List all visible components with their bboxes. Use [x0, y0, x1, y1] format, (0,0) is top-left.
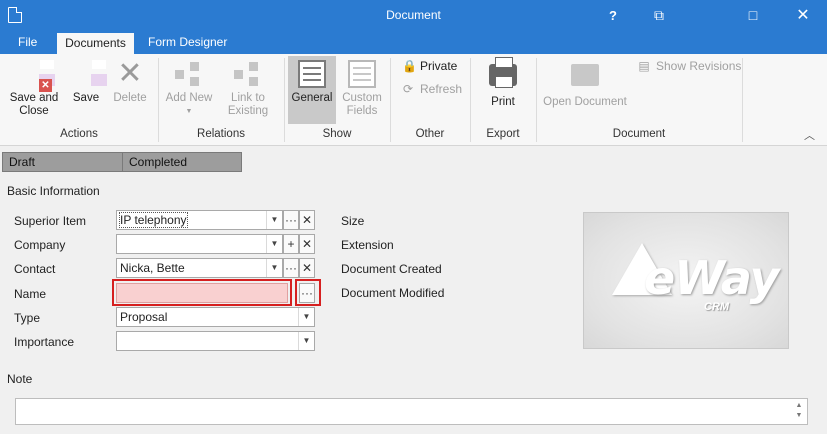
- note-label: Note: [7, 372, 33, 386]
- tab-form-designer[interactable]: Form Designer: [140, 31, 235, 54]
- contact-field[interactable]: Nicka, Bette ▼: [116, 258, 283, 278]
- chevron-down-icon[interactable]: ▼: [266, 259, 282, 277]
- ellipsis-highlight: [295, 279, 321, 306]
- type-field[interactable]: Proposal ▼: [116, 307, 315, 327]
- document-preview: eWay CRM: [583, 212, 789, 349]
- save-and-close-label: Save and Close: [9, 92, 59, 117]
- general-button[interactable]: General: [288, 56, 336, 124]
- add-company-button[interactable]: +: [283, 234, 299, 254]
- printer-icon: [489, 57, 517, 92]
- title-bar: Document ? ⧉ □ ✕: [0, 0, 827, 31]
- importance-label: Importance: [14, 335, 75, 349]
- link-to-existing-button[interactable]: Link to Existing: [218, 60, 278, 118]
- type-value: Proposal: [120, 310, 168, 324]
- superior-item-value: IP telephony: [119, 212, 188, 228]
- group-other: Other: [415, 128, 445, 140]
- logo-sub: CRM: [704, 301, 730, 313]
- contact-ellipsis-button[interactable]: ···: [283, 258, 299, 278]
- name-label: Name: [14, 287, 47, 301]
- restore-icon[interactable]: ⧉: [636, 0, 682, 31]
- ribbon-separator: [742, 58, 743, 142]
- chevron-down-icon[interactable]: ▼: [298, 332, 314, 350]
- superior-item-label: Superior Item: [14, 214, 87, 228]
- add-new-button[interactable]: Add New ▼: [163, 60, 215, 118]
- maximize-button[interactable]: □: [730, 0, 776, 31]
- open-document-label: Open Document: [543, 96, 627, 108]
- custom-fields-icon: [348, 60, 376, 88]
- save-and-close-button[interactable]: ✕ Save and Close: [6, 60, 62, 118]
- show-revisions-label: Show Revisions: [656, 59, 742, 73]
- open-document-button[interactable]: Open Document: [542, 60, 628, 109]
- type-label: Type: [14, 311, 41, 325]
- status-completed[interactable]: Completed: [122, 152, 242, 172]
- chevron-down-icon[interactable]: ▼: [266, 235, 282, 253]
- print-button[interactable]: Print: [482, 57, 524, 109]
- extension-label: Extension: [341, 238, 394, 252]
- save-icon: [72, 60, 100, 88]
- custom-fields-button[interactable]: Custom Fields: [340, 60, 384, 118]
- importance-field[interactable]: ▼: [116, 331, 315, 351]
- link-to-existing-label: Link to Existing: [227, 92, 269, 117]
- add-new-label: Add New: [165, 92, 213, 104]
- group-show: Show: [322, 128, 352, 140]
- revisions-icon: ▤: [638, 59, 650, 73]
- note-scrollbar[interactable]: ▲ ▼: [793, 401, 805, 423]
- logo-text: eWay: [644, 251, 779, 305]
- superior-item-field[interactable]: IP telephony ▼: [116, 210, 283, 230]
- folder-icon: [571, 64, 599, 92]
- general-icon: [298, 60, 326, 88]
- status-draft[interactable]: Draft: [2, 152, 123, 172]
- clear-company-button[interactable]: ✕: [299, 234, 315, 254]
- collapse-ribbon-icon[interactable]: ︿: [804, 127, 815, 143]
- close-button[interactable]: ✕: [780, 0, 826, 31]
- print-label: Print: [491, 96, 515, 108]
- help-button[interactable]: ?: [590, 0, 636, 31]
- ribbon-tabs: File Documents Form Designer: [0, 31, 827, 54]
- company-label: Company: [14, 238, 66, 252]
- clear-button[interactable]: ✕: [299, 210, 315, 230]
- delete-label: Delete: [113, 92, 147, 104]
- private-label: Private: [420, 59, 458, 73]
- refresh-icon: ⟳: [402, 82, 414, 96]
- tab-file[interactable]: File: [10, 31, 45, 54]
- group-export: Export: [486, 128, 520, 140]
- private-toggle[interactable]: 🔒 Private: [402, 59, 457, 73]
- save-button[interactable]: Save: [68, 60, 104, 105]
- refresh-button[interactable]: ⟳ Refresh: [402, 82, 462, 96]
- chevron-down-icon[interactable]: ▼: [298, 308, 314, 326]
- group-actions: Actions: [60, 128, 98, 140]
- size-label: Size: [341, 214, 365, 228]
- group-document: Document: [612, 128, 666, 140]
- show-revisions-button[interactable]: ▤ Show Revisions: [638, 59, 741, 73]
- company-field[interactable]: ▼: [116, 234, 283, 254]
- link-existing-icon: [234, 60, 262, 88]
- save-label: Save: [72, 92, 100, 104]
- section-basic-information: Basic Information: [7, 184, 100, 198]
- delete-button[interactable]: ✕ Delete: [110, 57, 150, 105]
- window-title: Document: [386, 8, 441, 22]
- ribbon: ✕ Save and Close Save ✕ Delete Actions A…: [0, 54, 827, 146]
- clear-contact-button[interactable]: ✕: [299, 258, 315, 278]
- add-new-icon: [175, 60, 203, 88]
- name-highlight: [112, 279, 292, 306]
- save-close-icon: ✕: [20, 60, 52, 92]
- document-created-label: Document Created: [341, 262, 442, 276]
- general-label: General: [291, 92, 333, 104]
- group-relations: Relations: [197, 128, 245, 140]
- delete-icon: ✕: [117, 57, 143, 90]
- lock-icon: 🔒: [402, 59, 417, 73]
- refresh-label: Refresh: [420, 82, 463, 96]
- note-field[interactable]: ▲ ▼: [15, 398, 808, 425]
- tab-documents[interactable]: Documents: [57, 33, 134, 54]
- custom-fields-label: Custom Fields: [342, 92, 382, 117]
- contact-value: Nicka, Bette: [120, 261, 185, 275]
- document-modified-label: Document Modified: [341, 286, 445, 300]
- chevron-down-icon[interactable]: ▼: [266, 211, 282, 229]
- contact-label: Contact: [14, 262, 56, 276]
- ellipsis-button[interactable]: ···: [283, 210, 299, 230]
